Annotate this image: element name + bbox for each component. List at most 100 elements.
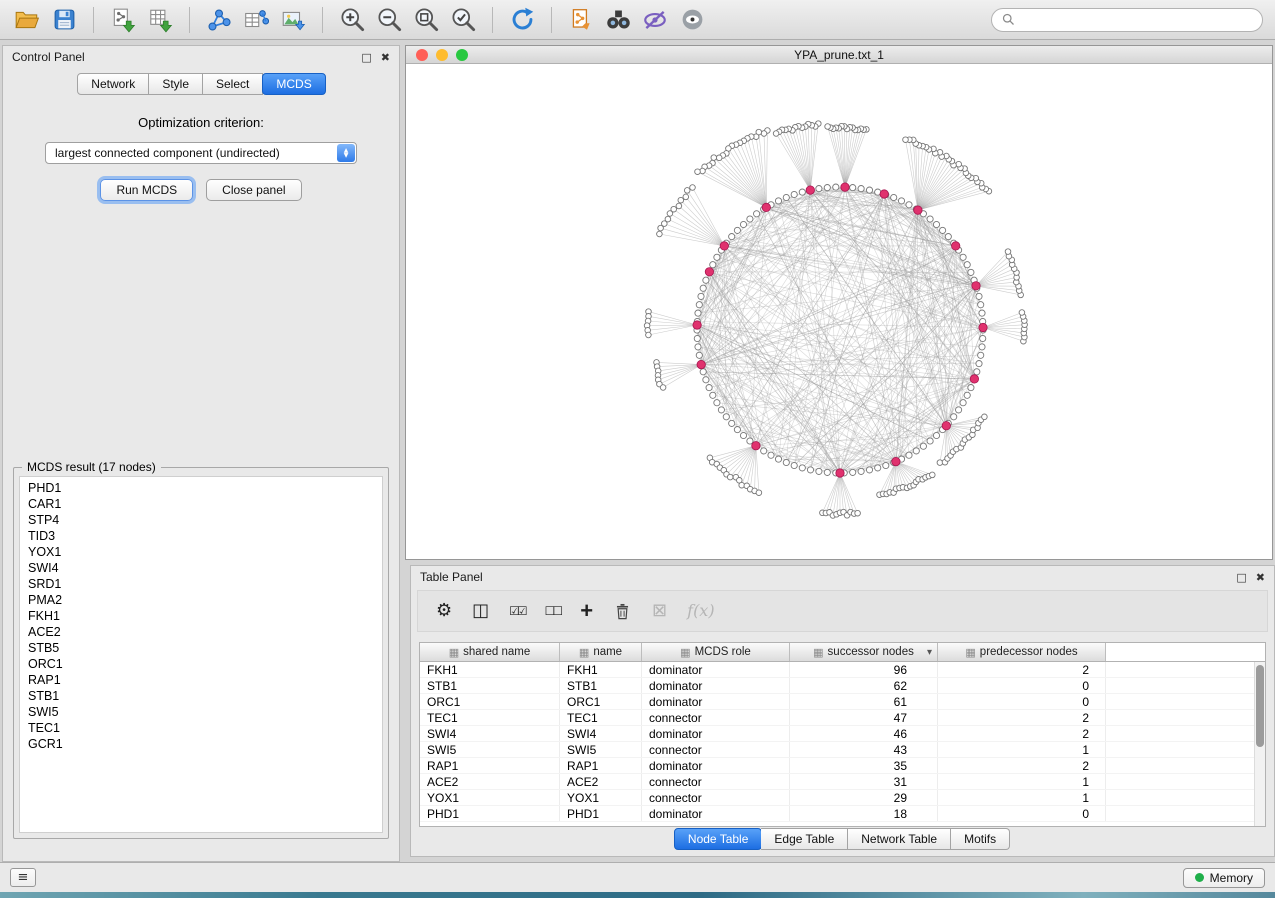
settings-gear-icon[interactable]: ⚙ — [436, 602, 452, 620]
tab-network-table[interactable]: Network Table — [848, 828, 951, 850]
tab-select[interactable]: Select — [203, 73, 263, 95]
column-label: shared name — [463, 646, 530, 658]
deselect-all-icon[interactable]: ☐☐ — [545, 605, 561, 617]
table-panel-header: Table Panel □ ✖ — [411, 566, 1274, 588]
close-panel-button[interactable]: Close panel — [206, 179, 301, 201]
table-cell: FKH1 — [560, 662, 642, 677]
close-table-panel-icon[interactable]: ✖ — [1256, 572, 1265, 583]
new-network-button[interactable] — [204, 5, 234, 35]
sort-caret-icon[interactable]: ▾ — [927, 647, 932, 658]
table-grid-icon: ▦ — [680, 646, 690, 659]
result-node-item[interactable]: YOX1 — [20, 544, 382, 560]
row-filler — [1106, 694, 1265, 709]
table-row[interactable]: YOX1YOX1connector291 — [420, 790, 1265, 806]
select-all-icon[interactable]: ☑☑ — [509, 605, 525, 617]
zoom-selected-button[interactable] — [448, 5, 478, 35]
result-node-item[interactable]: FKH1 — [20, 608, 382, 624]
result-node-item[interactable]: CAR1 — [20, 496, 382, 512]
zoom-in-button[interactable] — [337, 5, 367, 35]
column-visibility-icon[interactable]: ◫ — [472, 602, 489, 620]
result-node-item[interactable]: TEC1 — [20, 720, 382, 736]
delete-row-icon[interactable] — [613, 602, 632, 621]
table-row[interactable]: PHD1PHD1dominator180 — [420, 806, 1265, 822]
table-scrollbar[interactable] — [1254, 662, 1265, 826]
tab-style[interactable]: Style — [149, 73, 203, 95]
result-node-item[interactable]: STB1 — [20, 688, 382, 704]
toolbar-separator — [93, 7, 94, 33]
tab-node-table[interactable]: Node Table — [674, 828, 763, 850]
hide-selected-button[interactable] — [640, 5, 670, 35]
column-header-name[interactable]: ▦name — [560, 643, 642, 661]
network-table-button[interactable] — [241, 5, 271, 35]
tab-edge-table[interactable]: Edge Table — [761, 828, 848, 850]
memory-button[interactable]: Memory — [1183, 868, 1265, 888]
import-network-button[interactable] — [108, 5, 138, 35]
table-cell: dominator — [642, 694, 790, 709]
node-table-body: FKH1FKH1dominator962STB1STB1dominator620… — [420, 662, 1265, 822]
column-header-predecessor-nodes[interactable]: ▦predecessor nodes — [938, 643, 1106, 661]
float-table-panel-icon[interactable]: □ — [1236, 572, 1246, 583]
result-node-item[interactable]: TID3 — [20, 528, 382, 544]
result-node-item[interactable]: GCR1 — [20, 736, 382, 752]
table-row[interactable]: ACE2ACE2connector311 — [420, 774, 1265, 790]
result-node-item[interactable]: SWI5 — [20, 704, 382, 720]
mcds-result-list[interactable]: PHD1CAR1STP4TID3YOX1SWI4SRD1PMA2FKH1ACE2… — [19, 476, 383, 833]
row-filler — [1106, 678, 1265, 693]
maximize-window-icon[interactable] — [456, 49, 468, 61]
panel-menu-button[interactable]: ≡ — [10, 868, 36, 887]
close-window-icon[interactable] — [416, 49, 428, 61]
result-node-item[interactable]: ORC1 — [20, 656, 382, 672]
minimize-window-icon[interactable] — [436, 49, 448, 61]
result-node-item[interactable]: RAP1 — [20, 672, 382, 688]
column-header-successor-nodes[interactable]: ▦successor nodes▾ — [790, 643, 938, 661]
table-row[interactable]: SWI5SWI5connector431 — [420, 742, 1265, 758]
table-row[interactable]: STB1STB1dominator620 — [420, 678, 1265, 694]
zoom-fit-button[interactable] — [411, 5, 441, 35]
global-search[interactable] — [991, 8, 1263, 32]
export-image-button[interactable] — [278, 5, 308, 35]
result-node-item[interactable]: PMA2 — [20, 592, 382, 608]
table-row[interactable]: ORC1ORC1dominator610 — [420, 694, 1265, 710]
run-mcds-button[interactable]: Run MCDS — [100, 179, 193, 201]
save-session-button[interactable] — [49, 5, 79, 35]
criterion-select[interactable]: largest connected component (undirected)… — [45, 142, 357, 164]
table-row[interactable]: RAP1RAP1dominator352 — [420, 758, 1265, 774]
desktop-background — [0, 892, 1275, 898]
find-button[interactable] — [603, 5, 633, 35]
import-table-button[interactable] — [145, 5, 175, 35]
table-row[interactable]: SWI4SWI4dominator462 — [420, 726, 1265, 742]
search-input[interactable] — [1022, 12, 1253, 28]
result-node-item[interactable]: PHD1 — [20, 480, 382, 496]
table-row[interactable]: TEC1TEC1connector472 — [420, 710, 1265, 726]
list-icon: ≡ — [18, 870, 29, 885]
node-table[interactable]: ▦shared name▦name▦MCDS role▦successor no… — [419, 642, 1266, 827]
result-node-item[interactable]: STP4 — [20, 512, 382, 528]
refresh-layout-button[interactable] — [507, 5, 537, 35]
main-toolbar — [0, 0, 1275, 40]
column-header-MCDS-role[interactable]: ▦MCDS role — [642, 643, 790, 661]
table-cell: 35 — [790, 758, 938, 773]
clone-network-button[interactable] — [566, 5, 596, 35]
network-canvas[interactable] — [406, 64, 1272, 559]
tab-mcds[interactable]: MCDS — [262, 73, 325, 95]
network-graph[interactable] — [406, 64, 1272, 559]
table-cell: dominator — [642, 806, 790, 821]
select-stepper-icon: ▲▼ — [337, 144, 355, 162]
scrollbar-thumb[interactable] — [1256, 665, 1264, 747]
zoom-out-button[interactable] — [374, 5, 404, 35]
float-panel-icon[interactable]: □ — [361, 52, 371, 63]
close-panel-icon[interactable]: ✖ — [381, 52, 390, 63]
export-image-icon — [280, 7, 306, 33]
tab-motifs[interactable]: Motifs — [951, 828, 1010, 850]
toolbar-separator — [189, 7, 190, 33]
result-node-item[interactable]: SRD1 — [20, 576, 382, 592]
result-node-item[interactable]: ACE2 — [20, 624, 382, 640]
column-header-shared-name[interactable]: ▦shared name — [420, 643, 560, 661]
show-all-button[interactable] — [677, 5, 707, 35]
tab-network[interactable]: Network — [77, 73, 149, 95]
result-node-item[interactable]: SWI4 — [20, 560, 382, 576]
add-row-icon[interactable]: + — [580, 600, 593, 622]
table-row[interactable]: FKH1FKH1dominator962 — [420, 662, 1265, 678]
result-node-item[interactable]: STB5 — [20, 640, 382, 656]
open-session-button[interactable] — [12, 5, 42, 35]
